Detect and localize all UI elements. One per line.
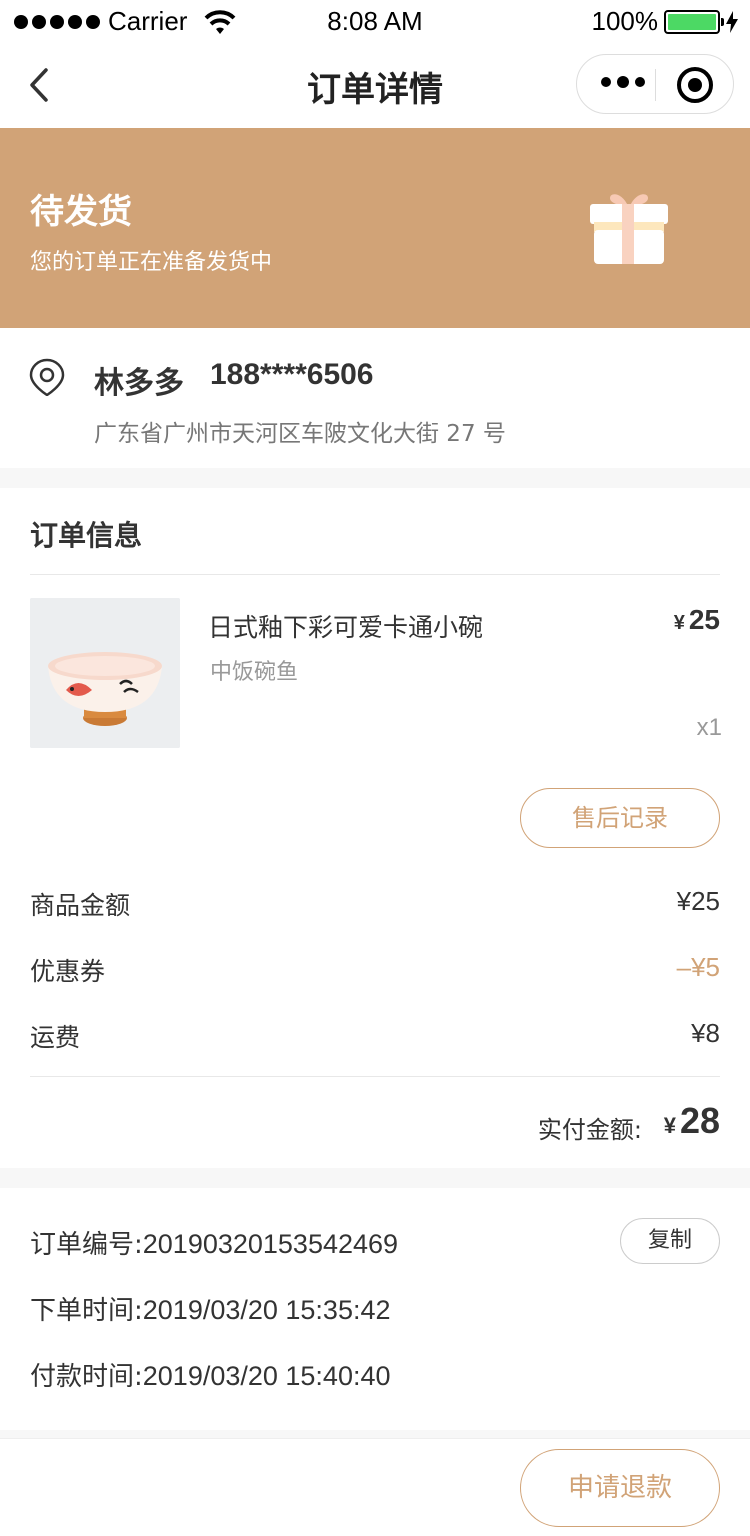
product-name[interactable]: 日式釉下彩可爱卡通小碗 bbox=[208, 608, 483, 644]
status-bar: Carrier 8:08 AM 100% bbox=[0, 0, 750, 44]
recipient-name: 林多多 bbox=[94, 366, 184, 401]
product-spec: 中饭碗鱼 bbox=[210, 660, 299, 685]
divider bbox=[30, 1076, 720, 1077]
navigation-bar: 订单详情 bbox=[0, 44, 750, 128]
order-status-title: 待发货 bbox=[30, 192, 132, 232]
order-time-row: 下单时间:2019/03/20 15:35:42 bbox=[30, 1290, 391, 1327]
order-status-subtitle: 您的订单正在准备发货中 bbox=[30, 250, 273, 275]
location-pin-icon bbox=[29, 358, 65, 396]
bottom-action-bar: 申请退款 bbox=[0, 1438, 750, 1536]
order-number-row: 订单编号:20190320153542469 bbox=[30, 1224, 398, 1261]
product-image[interactable] bbox=[30, 598, 180, 748]
divider bbox=[30, 574, 720, 575]
gift-icon bbox=[590, 194, 668, 264]
battery-percent: 100% bbox=[591, 6, 659, 36]
target-circle-icon[interactable] bbox=[677, 67, 713, 103]
currency-symbol: ¥ bbox=[673, 612, 685, 634]
order-meta-card: 订单编号:20190320153542469 复制 下单时间:2019/03/2… bbox=[0, 1188, 750, 1430]
order-time-label: 下单时间: bbox=[30, 1296, 143, 1326]
battery-group: 100% bbox=[591, 6, 738, 37]
capsule-divider bbox=[655, 69, 656, 101]
order-number: 20190320153542469 bbox=[142, 1229, 399, 1259]
total-amount: ¥28 bbox=[664, 1100, 720, 1142]
total-value: 28 bbox=[679, 1100, 720, 1141]
order-status-banner: 待发货 您的订单正在准备发货中 bbox=[0, 128, 750, 328]
apply-refund-button[interactable]: 申请退款 bbox=[520, 1449, 720, 1527]
fee-value-shipping: ¥8 bbox=[691, 1018, 720, 1048]
currency-symbol: ¥ bbox=[663, 1113, 676, 1138]
shipping-address[interactable]: 林多多 188****6506 广东省广州市天河区车陂文化大街 27 号 bbox=[0, 328, 750, 468]
battery-icon bbox=[664, 9, 724, 34]
order-time: 2019/03/20 15:35:42 bbox=[142, 1295, 391, 1325]
fee-label-coupon: 优惠券 bbox=[30, 957, 106, 986]
order-info-title: 订单信息 bbox=[30, 519, 143, 552]
pay-time-label: 付款时间: bbox=[30, 1362, 143, 1392]
copy-button[interactable]: 复制 bbox=[620, 1218, 720, 1264]
order-number-label: 订单编号: bbox=[30, 1230, 143, 1260]
fee-value-goods: ¥25 bbox=[676, 886, 720, 916]
mini-program-capsule bbox=[576, 54, 734, 114]
address-detail: 广东省广州市天河区车陂文化大街 27 号 bbox=[94, 421, 506, 447]
more-dots-icon[interactable] bbox=[601, 76, 645, 88]
fee-label-goods: 商品金额 bbox=[30, 891, 131, 920]
pay-time: 2019/03/20 15:40:40 bbox=[142, 1361, 391, 1391]
order-info-card: 订单信息 日式釉下彩可爱卡通小碗 中饭碗鱼 ¥25 x1 售后记录 商品金额 ¥… bbox=[0, 488, 750, 1168]
price-value: 25 bbox=[688, 604, 720, 635]
after-sale-record-button[interactable]: 售后记录 bbox=[520, 788, 720, 848]
fee-label-shipping: 运费 bbox=[30, 1023, 81, 1052]
fee-value-coupon: –¥5 bbox=[676, 952, 720, 982]
product-quantity: x1 bbox=[696, 714, 722, 741]
recipient-phone: 188****6506 bbox=[210, 358, 374, 391]
bowl-illustration bbox=[30, 598, 180, 748]
product-price: ¥25 bbox=[674, 604, 720, 636]
charging-icon bbox=[726, 10, 738, 33]
pay-time-row: 付款时间:2019/03/20 15:40:40 bbox=[30, 1356, 391, 1393]
total-label: 实付金额: bbox=[537, 1116, 642, 1144]
